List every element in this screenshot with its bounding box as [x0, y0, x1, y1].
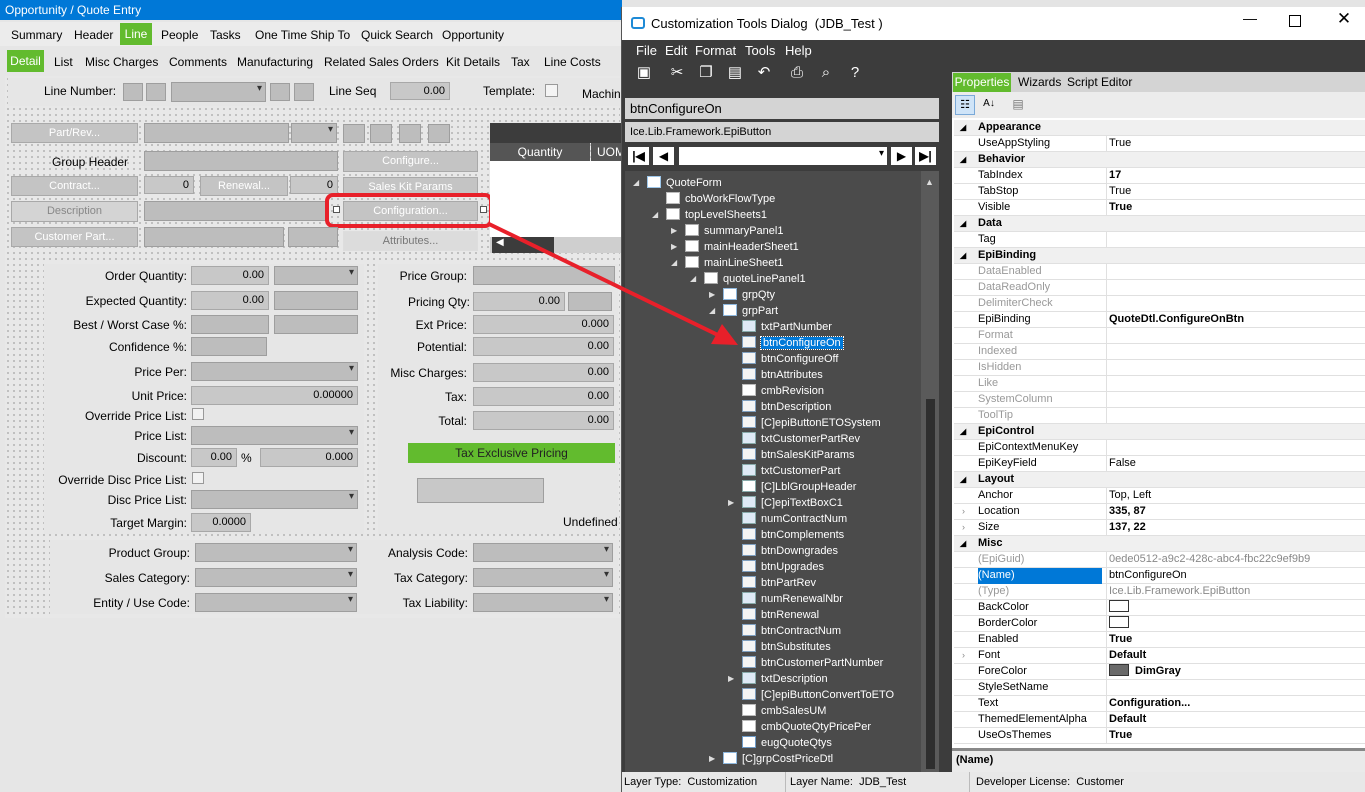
- annotation-arrow: [488, 222, 738, 345]
